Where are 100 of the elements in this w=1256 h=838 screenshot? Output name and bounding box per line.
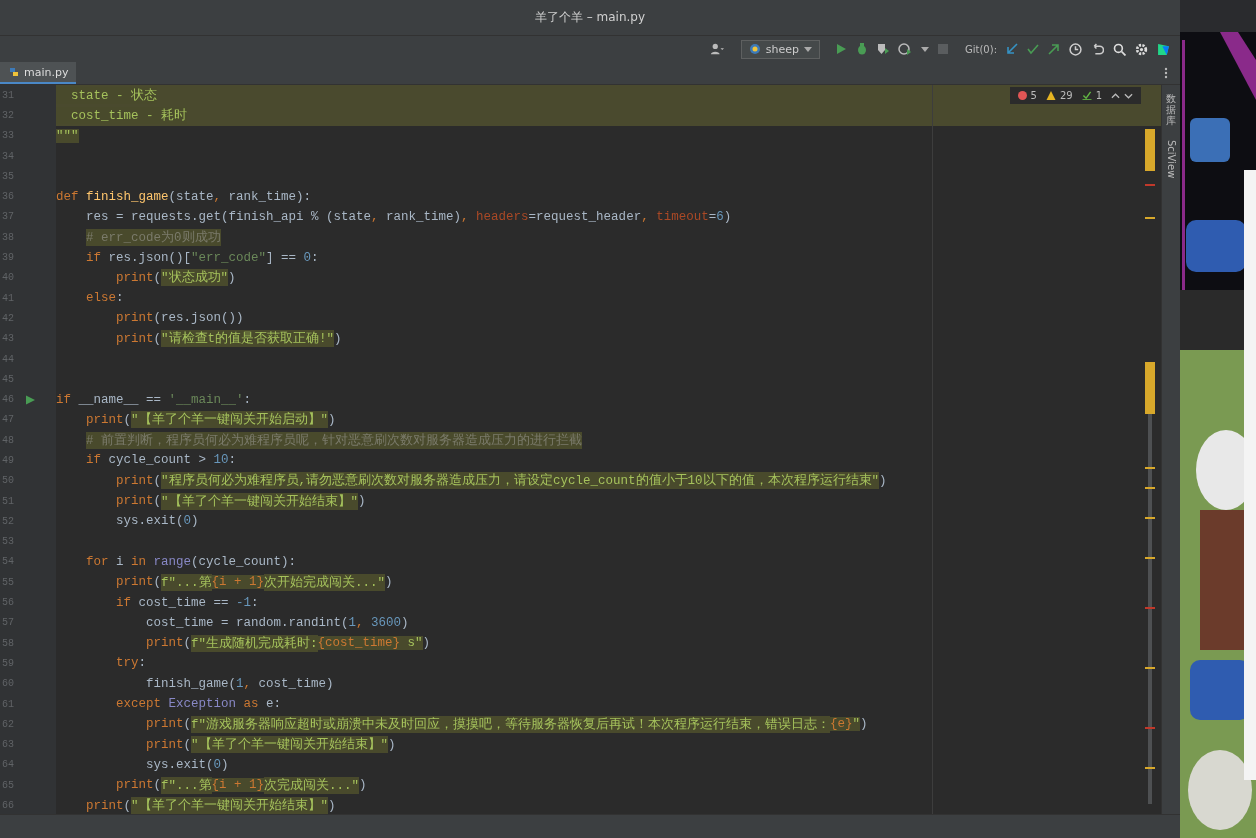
code-keyword: print: [116, 311, 154, 326]
code-keyword: print: [116, 575, 154, 590]
run-configuration-dropdown[interactable]: sheep: [740, 39, 820, 59]
warning-count: 29: [1059, 90, 1073, 101]
code-text: ): [358, 494, 366, 509]
shield-icon[interactable]: [877, 43, 889, 55]
code-keyword: try: [116, 656, 139, 671]
code-keyword: except: [116, 697, 161, 712]
undo-icon[interactable]: [1091, 42, 1104, 56]
code-text: ): [191, 514, 199, 529]
chevron-up-icon[interactable]: [1111, 92, 1120, 99]
code-text: ): [879, 473, 887, 488]
run-gutter-icon[interactable]: [26, 394, 35, 405]
clock-icon[interactable]: [1069, 42, 1082, 56]
code-text: ): [860, 717, 868, 732]
code-string: "【羊了个羊一键闯关开始结束】": [161, 492, 359, 510]
code-text: ): [401, 615, 409, 630]
code-text: (: [183, 636, 192, 651]
code-keyword: print: [116, 473, 154, 488]
code-text: (: [123, 798, 132, 813]
code-expression: {cost_time}: [317, 636, 401, 651]
code-expression: {e}: [830, 717, 853, 732]
code-function-name: finish_game: [86, 189, 169, 204]
code-keyword: for: [86, 554, 109, 569]
error-count: 5: [1030, 90, 1037, 101]
code-string: "【羊了个羊一键闯关开始结束】": [131, 797, 329, 814]
inspection-widget[interactable]: 5 29 1: [1009, 87, 1141, 104]
code-text: ): [228, 270, 236, 285]
app-logo-icon[interactable]: [1157, 42, 1170, 56]
chevron-down-icon[interactable]: [1124, 92, 1133, 99]
code-keyword: if: [56, 392, 71, 407]
run-icon[interactable]: [835, 43, 847, 55]
code-number: 1: [236, 676, 244, 691]
code-keyword: ,: [641, 209, 649, 224]
code-argument: timeout: [655, 209, 709, 224]
code-text: :: [311, 250, 319, 265]
code-text: (: [153, 494, 162, 509]
code-text: ): [723, 209, 732, 224]
bug-icon[interactable]: [856, 43, 868, 55]
python-file-icon: [8, 66, 20, 78]
more-options-icon[interactable]: [1164, 67, 1168, 79]
code-text: (: [123, 412, 132, 427]
code-text: sys.exit(: [116, 514, 184, 529]
code-string: ": [852, 717, 861, 732]
code-text: i: [115, 554, 125, 569]
side-tool-tab[interactable]: SciView: [1165, 140, 1177, 179]
code-text: (: [153, 270, 162, 285]
code-keyword: in: [131, 554, 148, 569]
code-expression: {i + 1}: [211, 575, 265, 590]
code-keyword: print: [86, 412, 124, 427]
code-text: rank_time): [385, 209, 462, 224]
code-keyword: ,: [243, 676, 252, 691]
code-text: (: [153, 778, 162, 793]
window-title: 羊了个羊 – main.py: [534, 9, 646, 26]
code-text: sys.exit(: [146, 757, 214, 772]
warning-icon: [1045, 91, 1056, 100]
arrow-up-right-icon[interactable]: [1048, 43, 1060, 55]
caret-icon[interactable]: [921, 46, 929, 52]
code-text: ] ==: [266, 250, 298, 265]
code-keyword: ,: [356, 615, 364, 630]
code-text: ): [385, 575, 393, 590]
code-keyword: if: [86, 250, 101, 265]
file-tab[interactable]: main.py: [0, 62, 77, 84]
search-icon[interactable]: [1113, 42, 1126, 56]
code-string: '__main__': [168, 392, 244, 407]
code-number: 1: [348, 615, 357, 630]
code-string: """: [56, 128, 79, 143]
code-string: s": [400, 636, 423, 651]
code-keyword: if: [86, 453, 101, 468]
code-text: =: [708, 209, 717, 224]
code-text: :: [243, 392, 252, 407]
code-number: -1: [236, 595, 252, 610]
code-text: :: [138, 656, 147, 671]
code-keyword: as: [242, 697, 259, 712]
code-text: cost_time = random.randint(: [146, 615, 349, 630]
code-text: (res.json()): [153, 311, 244, 326]
code-number: 6: [716, 209, 724, 224]
code-keyword: print: [146, 737, 184, 752]
code-editor[interactable]: [0, 85, 1161, 814]
code-keyword: ,: [213, 189, 222, 204]
code-text: res.json()[: [107, 250, 192, 265]
code-text: ): [328, 798, 336, 813]
code-text: ): [388, 737, 396, 752]
code-string: "【羊了个羊一键闯关开始结束】": [191, 736, 389, 754]
code-keyword: else: [86, 291, 116, 306]
code-text: (cycle_count):: [191, 554, 297, 569]
git-label: Git(0):: [965, 43, 997, 55]
checkmark-icon[interactable]: [1027, 43, 1039, 55]
side-tool-tab[interactable]: 数据库: [1166, 93, 1176, 126]
weak-warning-count: 1: [1095, 90, 1102, 101]
code-string: f"生成随机完成耗时:: [191, 634, 318, 652]
code-keyword: print: [146, 717, 184, 732]
gauge-icon[interactable]: [898, 43, 912, 55]
code-keyword: print: [116, 494, 154, 509]
code-text: (: [153, 575, 162, 590]
code-number: 0: [303, 250, 312, 265]
arrow-down-left-icon[interactable]: [1006, 43, 1018, 55]
code-keyword: print: [146, 636, 184, 651]
settings-icon[interactable]: [1135, 42, 1148, 56]
code-keyword: def: [56, 189, 80, 204]
